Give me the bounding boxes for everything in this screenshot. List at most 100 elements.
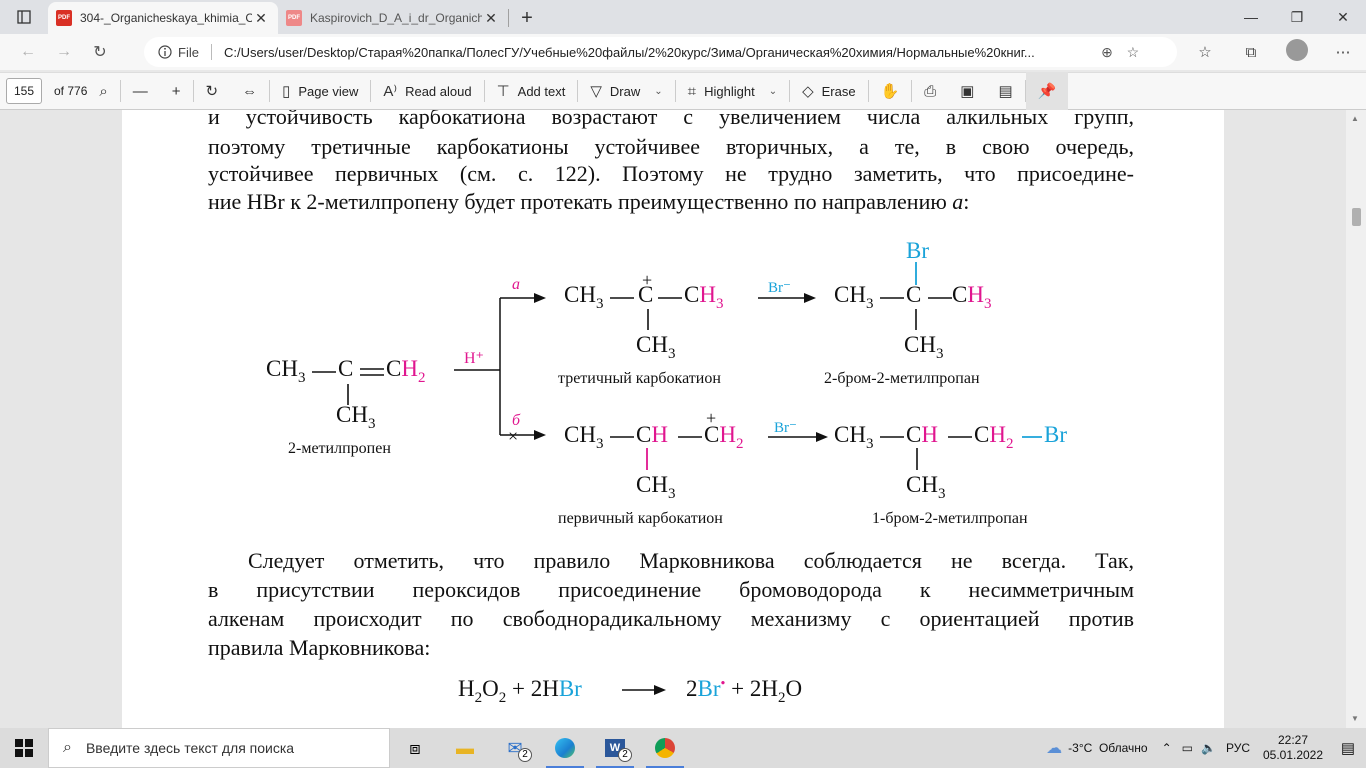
equation-right: 2Br• + 2H2O xyxy=(686,676,803,706)
scroll-thumb[interactable] xyxy=(1352,208,1361,226)
p2-ch3-branch: CH3 xyxy=(906,472,946,502)
pin-toolbar-button[interactable]: 📌 xyxy=(1025,72,1069,110)
br-minus-b: Br⁻ xyxy=(774,420,797,436)
search-button[interactable]: ⌕ xyxy=(87,72,119,110)
pdf-icon: PDF xyxy=(56,10,72,26)
chevron-down-icon[interactable]: ⌄ xyxy=(769,86,777,97)
read-aloud-button[interactable]: A⁾ Read aloud xyxy=(371,72,483,110)
p1-c: C xyxy=(906,282,922,307)
close-tab-icon[interactable]: ✕ xyxy=(252,10,270,27)
scroll-up-icon[interactable]: ▲ xyxy=(1351,114,1359,123)
highlight-icon: ⌗ xyxy=(687,82,697,100)
pdf-icon: PDF xyxy=(286,10,302,26)
save-as-icon: ▤ xyxy=(998,83,1013,100)
product1-caption: 2-бром-2-метилпропан xyxy=(824,370,980,387)
favorites-icon[interactable]: ☆ xyxy=(1182,43,1228,61)
language-indicator[interactable]: РУС xyxy=(1226,741,1250,755)
save-button[interactable]: ▣ xyxy=(948,72,986,110)
chevron-down-icon[interactable]: ⌄ xyxy=(654,86,662,97)
notifications-icon[interactable]: ▤ xyxy=(1330,739,1366,757)
zoom-icon[interactable]: ⊕ xyxy=(1094,44,1120,61)
touch-mode-button[interactable]: ✋ xyxy=(869,72,912,110)
vertical-scrollbar[interactable]: ▲ ▼ xyxy=(1346,110,1366,728)
search-icon: ⌕ xyxy=(99,82,108,100)
edge-button[interactable] xyxy=(540,728,590,768)
equation-left: H2O2 + 2HBr xyxy=(458,676,582,706)
prim-ch2: CH2 xyxy=(704,422,744,452)
zoom-out-button[interactable]: — xyxy=(121,72,160,110)
page-view-icon: ▯ xyxy=(282,83,291,100)
page-number-input[interactable]: 155 xyxy=(6,78,42,104)
text-line: Следует отметить, что правило Марковнико… xyxy=(248,548,1134,573)
file-explorer-button[interactable]: ▬ xyxy=(440,728,490,768)
taskbar-search-input[interactable]: ⌕ Введите здесь текст для поиска xyxy=(48,728,390,768)
text-line-last: правила Марковникова: xyxy=(208,635,431,660)
chrome-button[interactable] xyxy=(640,728,690,768)
fit-icon: ⇔ xyxy=(242,82,258,100)
reactant-c: C xyxy=(338,356,354,381)
hand-icon: ✋ xyxy=(880,83,900,100)
minimize-button[interactable]: — xyxy=(1228,0,1274,34)
chevron-up-icon[interactable]: ⌃ xyxy=(1162,741,1172,755)
add-text-button[interactable]: ⊤ Add text xyxy=(485,72,578,110)
close-tab-icon[interactable]: ✕ xyxy=(482,10,500,27)
more-menu-icon[interactable]: ⋯ xyxy=(1320,43,1366,61)
draw-button[interactable]: ▽ Draw ⌄ xyxy=(578,72,674,110)
page-count: of 776 xyxy=(54,84,88,98)
document-viewer[interactable]: и устойчивость карбокатиона возрастают с… xyxy=(0,110,1346,728)
highlight-button[interactable]: ⌗ Highlight ⌄ xyxy=(676,72,789,110)
collections-icon[interactable]: ⧉ xyxy=(1228,44,1274,61)
p1-ch3-left: CH3 xyxy=(834,282,874,312)
tab-actions-button[interactable] xyxy=(0,0,48,34)
pin-icon: 📌 xyxy=(1037,83,1057,100)
fit-page-button[interactable]: ⇔ xyxy=(230,72,269,110)
minus-icon: — xyxy=(132,82,148,100)
refresh-button[interactable]: ↻ xyxy=(82,36,118,68)
forward-button[interactable]: → xyxy=(46,36,82,68)
new-tab-button[interactable]: + xyxy=(509,2,545,34)
address-bar-row: ← → ↻ File C:/Users/user/Desktop/Старая%… xyxy=(0,34,1366,70)
clock-date: 05.01.2022 xyxy=(1262,748,1324,762)
read-aloud-label: Read aloud xyxy=(405,83,472,99)
back-button[interactable]: ← xyxy=(10,36,46,68)
save-as-button[interactable]: ▤ xyxy=(986,72,1024,110)
weather-icon[interactable]: ☁ xyxy=(1046,738,1062,758)
clock[interactable]: 22:27 05.01.2022 xyxy=(1256,733,1330,763)
save-icon: ▣ xyxy=(960,83,975,100)
close-window-button[interactable]: ✕ xyxy=(1320,0,1366,34)
restore-button[interactable]: ❐ xyxy=(1274,0,1320,34)
chrome-icon xyxy=(655,738,675,758)
print-icon: ⎙ xyxy=(924,82,937,100)
profile-avatar[interactable] xyxy=(1274,39,1320,65)
print-button[interactable]: ⎙ xyxy=(912,72,948,110)
url-box[interactable]: File C:/Users/user/Desktop/Старая%20папк… xyxy=(144,37,1177,67)
tert-c: C xyxy=(638,282,654,307)
text-line: алкенам происходит по свободнорадикально… xyxy=(208,606,1134,631)
reagent-h-plus: H⁺ xyxy=(464,350,484,367)
volume-icon[interactable]: 🔈 xyxy=(1201,741,1216,755)
add-text-icon: ⊤ xyxy=(496,83,510,100)
tab-pdf-2[interactable]: PDF Kaspirovich_D_A_i_dr_Organiche ✕ xyxy=(278,2,508,34)
word-button[interactable]: W2 xyxy=(590,728,640,768)
task-view-button[interactable]: ⧈ xyxy=(390,728,440,768)
reactant-ch3-branch: CH3 xyxy=(336,402,376,432)
network-icon[interactable]: ▭ xyxy=(1182,741,1193,755)
erase-label: Erase xyxy=(821,83,856,99)
file-info[interactable]: File xyxy=(158,45,199,60)
rotate-button[interactable]: ↻ xyxy=(194,72,231,110)
erase-button[interactable]: ◇ Erase xyxy=(790,72,868,110)
zoom-in-button[interactable]: + xyxy=(160,72,193,110)
scroll-down-icon[interactable]: ▼ xyxy=(1351,714,1359,723)
favorite-add-icon[interactable]: ☆ xyxy=(1120,44,1146,61)
folder-icon: ▬ xyxy=(456,737,474,758)
weather-text[interactable]: -3°C Облачно xyxy=(1068,741,1147,755)
reactant-ch3: CH3 xyxy=(266,356,306,386)
pdf-toolbar: 155 of 776 ⌕ — + ↻ ⇔ ▯ Page view A⁾ Read a… xyxy=(0,72,1366,110)
mail-button[interactable]: ✉ 2 xyxy=(490,728,540,768)
prim-ch: CH xyxy=(636,422,668,447)
plus-icon: + xyxy=(171,82,181,100)
tab-pdf-1[interactable]: PDF 304-_Organicheskaya_khimia_Ch ✕ xyxy=(48,2,278,34)
start-button[interactable] xyxy=(0,728,48,768)
primary-caption: первичный карбокатион xyxy=(558,510,723,527)
page-view-button[interactable]: ▯ Page view xyxy=(270,72,370,110)
